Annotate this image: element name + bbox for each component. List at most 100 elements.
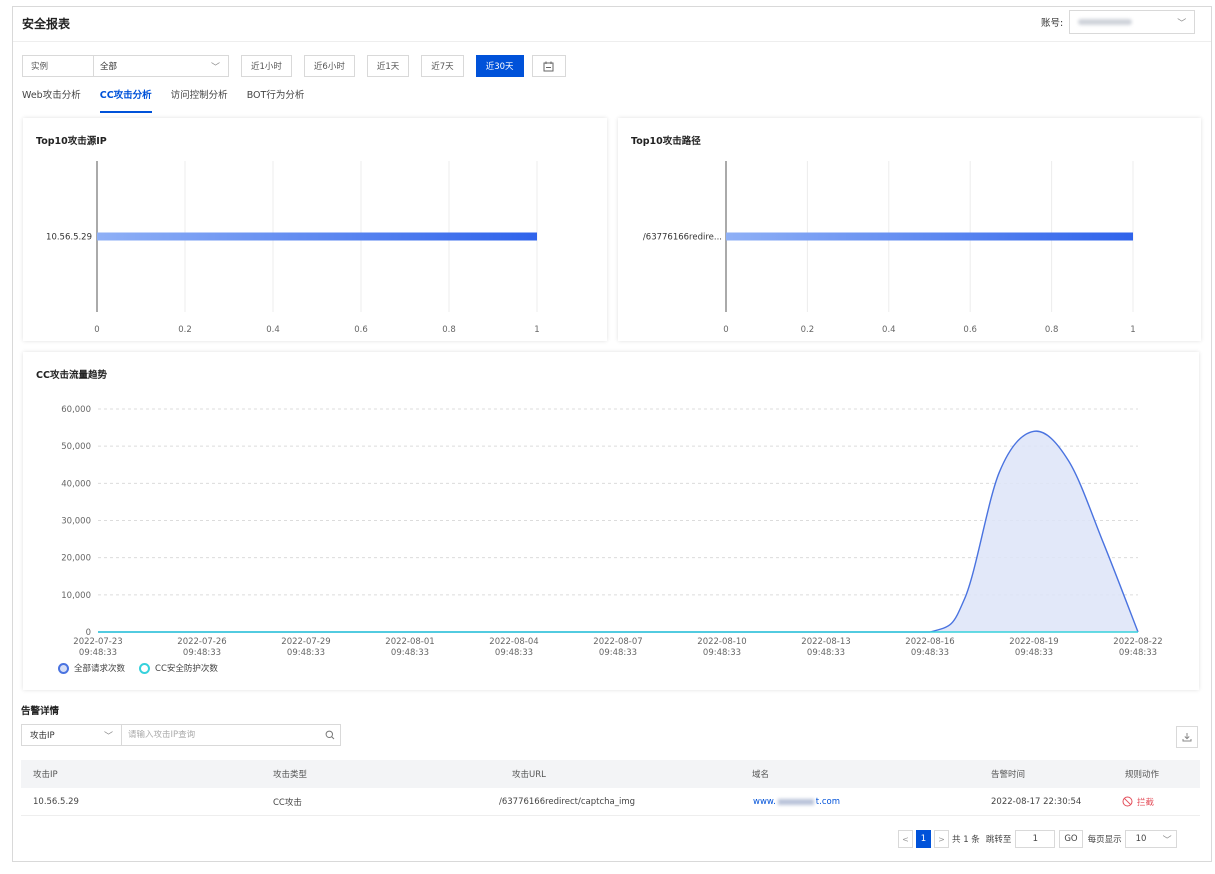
x-tick-time: 09:48:33 <box>911 648 949 658</box>
row-url: /63776166redirect/captcha_img <box>499 796 635 807</box>
x-tick-time: 09:48:33 <box>703 648 741 658</box>
domain-prefix: www. <box>753 796 776 807</box>
tab-web-attack[interactable]: Web攻击分析 <box>22 87 81 113</box>
x-tick-date: 2022-07-23 <box>73 637 122 647</box>
filter-bar: 实例 全部 ﹀ 近1小时 近6小时 近1天 近7天 近30天 <box>22 55 566 77</box>
legend-cc-label: CC安全防护次数 <box>155 664 218 674</box>
x-tick-date: 2022-07-26 <box>177 637 226 647</box>
alert-search: 攻击IP ﹀ <box>21 724 341 746</box>
legend-dot-icon <box>139 662 151 674</box>
time-7d-button[interactable]: 近7天 <box>421 55 464 77</box>
x-tick-date: 2022-08-10 <box>697 637 746 647</box>
block-icon <box>1122 796 1133 807</box>
bar <box>97 232 537 241</box>
row-domain-link[interactable]: www. t.com <box>753 797 840 807</box>
row-ip: 10.56.5.29 <box>33 796 79 807</box>
download-button[interactable] <box>1176 726 1198 748</box>
y-category-label: 10.56.5.29 <box>46 233 92 243</box>
per-page-select[interactable]: 10 ﹀ <box>1124 830 1177 848</box>
jump-input[interactable]: 1 <box>1015 830 1056 848</box>
x-tick-date: 2022-08-22 <box>1113 637 1162 647</box>
per-page-label: 每页显示 <box>1087 835 1122 845</box>
x-tick-time: 09:48:33 <box>599 648 637 658</box>
trend-chart: 010,00020,00030,00040,00050,00060,000202… <box>61 405 1162 658</box>
col-rule-action: 规则动作 <box>1125 770 1160 780</box>
domain-redacted <box>777 798 814 805</box>
tab-bot-behavior[interactable]: BOT行为分析 <box>247 87 305 113</box>
current-page[interactable]: 1 <box>916 830 931 848</box>
chevron-down-icon: ﹀ <box>210 62 220 73</box>
calendar-button[interactable] <box>531 55 566 77</box>
x-tick-date: 2022-08-13 <box>801 637 850 647</box>
prev-page-button[interactable]: < <box>898 830 913 848</box>
x-tick-label: 0.4 <box>266 325 280 335</box>
time-6h-button[interactable]: 近6小时 <box>303 55 355 77</box>
x-tick-label: 0 <box>94 325 99 335</box>
y-tick-label: 50,000 <box>61 442 91 452</box>
chevron-down-icon: ﹀ <box>1177 18 1187 29</box>
x-tick-label: 0.8 <box>442 325 456 335</box>
alerts-table: 攻击IP 攻击类型 攻击URL 域名 告警时间 规则动作 10.56.5.29 … <box>21 760 1200 816</box>
time-1h-button[interactable]: 近1小时 <box>241 55 292 77</box>
table-header: 攻击IP 攻击类型 攻击URL 域名 告警时间 规则动作 <box>21 760 1200 788</box>
instance-value[interactable]: 全部 ﹀ <box>94 60 228 73</box>
legend-all-requests[interactable]: 全部请求次数 <box>58 662 125 674</box>
top-ip-card: Top10攻击源IP 0 0.2 0.4 0.6 0.8 1 10.56.5.29 <box>23 118 607 341</box>
time-30d-button[interactable]: 近30天 <box>475 55 524 77</box>
account-value-redacted <box>1078 19 1133 25</box>
header-divider <box>13 41 1211 42</box>
search-type-select[interactable]: 攻击IP ﹀ <box>22 725 122 745</box>
series-area-all-requests <box>98 431 1138 632</box>
x-tick-label: 0.2 <box>801 325 815 335</box>
next-page-button[interactable]: > <box>934 830 949 848</box>
time-1d-button[interactable]: 近1天 <box>366 55 410 77</box>
x-tick-time: 09:48:33 <box>287 648 325 658</box>
search-input[interactable] <box>122 730 320 740</box>
page-title: 安全报表 <box>22 17 71 31</box>
instance-label: 实例 <box>23 56 94 76</box>
x-tick-time: 09:48:33 <box>495 648 533 658</box>
x-tick-label: 0.6 <box>963 325 977 335</box>
x-tick-date: 2022-08-07 <box>593 637 642 647</box>
account-select[interactable]: ﹀ <box>1069 10 1196 34</box>
search-icon[interactable] <box>320 730 340 740</box>
x-tick-time: 09:48:33 <box>79 648 117 658</box>
legend-all-label: 全部请求次数 <box>74 664 126 674</box>
x-tick-date: 2022-08-01 <box>385 637 434 647</box>
top-path-card: Top10攻击路径 0 0.2 0.4 0.6 0.8 1/63776166redire.… <box>618 118 1201 341</box>
jump-label: 跳转至 <box>985 835 1012 845</box>
top-path-chart: 0 0.2 0.4 0.6 0.8 1/63776166redire... <box>643 161 1136 335</box>
col-domain: 域名 <box>752 770 770 780</box>
y-tick-label: 30,000 <box>61 517 91 527</box>
analysis-tabs: Web攻击分析 CC攻击分析 访问控制分析 BOT行为分析 <box>22 87 323 113</box>
x-tick-time: 09:48:33 <box>1015 648 1053 658</box>
tab-access-control[interactable]: 访问控制分析 <box>171 87 228 113</box>
x-tick-label: 0 <box>723 325 728 335</box>
y-tick-label: 20,000 <box>61 554 91 564</box>
calendar-icon <box>543 61 554 71</box>
y-tick-label: 60,000 <box>61 405 91 415</box>
x-tick-label: 0.4 <box>882 325 896 335</box>
y-tick-label: 10,000 <box>61 591 91 601</box>
col-alert-time: 告警时间 <box>991 770 1026 780</box>
trend-card: CC攻击流量趋势 0 10,000 20,000 30,000 40,000 50,000… <box>23 352 1199 690</box>
alerts-title: 告警详情 <box>21 706 60 717</box>
x-tick-label: 0.2 <box>178 325 192 335</box>
pagination: < 1 > 共 1 条 跳转至 1 GO 每页显示 10 ﹀ <box>898 830 1177 848</box>
instance-select[interactable]: 实例 全部 ﹀ <box>22 55 229 77</box>
x-tick-label: 1 <box>534 325 539 335</box>
account-selector: 账号: ﹀ <box>1041 10 1196 34</box>
chevron-down-icon: ﹀ <box>103 731 113 742</box>
x-tick-date: 2022-08-16 <box>905 637 954 647</box>
x-tick-label: 0.6 <box>354 325 368 335</box>
row-action: 拦截 <box>1122 796 1154 808</box>
col-attack-url: 攻击URL <box>512 770 546 780</box>
go-button[interactable]: GO <box>1059 830 1083 848</box>
top-ip-chart: 0 0.2 0.4 0.6 0.8 1 10.56.5.29 <box>46 161 540 335</box>
legend-dot-icon <box>58 662 69 674</box>
col-attack-ip: 攻击IP <box>33 770 58 780</box>
row-type: CC攻击 <box>273 797 302 808</box>
y-category-label: /63776166redire... <box>643 233 722 243</box>
legend-cc-protection[interactable]: CC安全防护次数 <box>139 662 218 674</box>
tab-cc-attack[interactable]: CC攻击分析 <box>99 87 152 113</box>
